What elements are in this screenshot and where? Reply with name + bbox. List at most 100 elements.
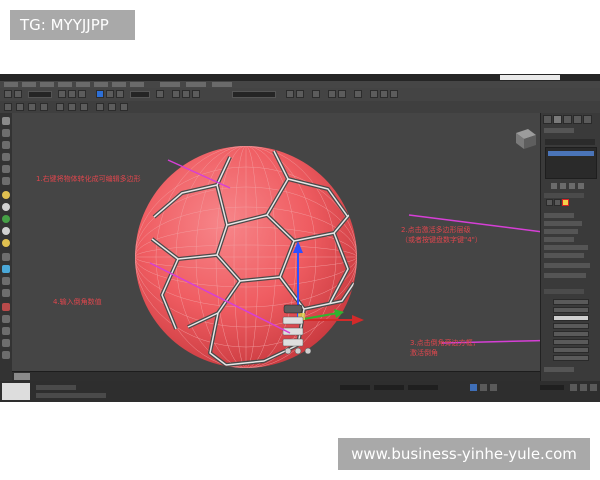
tool-icon[interactable] — [2, 129, 10, 137]
tool-icon[interactable] — [2, 253, 10, 261]
menu-item[interactable] — [22, 82, 36, 87]
scale-icon[interactable] — [116, 90, 124, 98]
menu-item[interactable] — [58, 82, 72, 87]
angle-snap-icon[interactable] — [182, 90, 190, 98]
tool-icon[interactable] — [2, 153, 10, 161]
select-by-name-icon[interactable] — [68, 90, 76, 98]
ribbon-tool[interactable] — [108, 103, 116, 111]
selection-option[interactable] — [544, 221, 582, 226]
menu-item[interactable] — [94, 82, 108, 87]
hierarchy-tab-icon[interactable] — [563, 115, 572, 124]
selection-option[interactable] — [544, 245, 588, 250]
render-setup-icon[interactable] — [370, 90, 378, 98]
bevel-button[interactable] — [553, 315, 589, 321]
move-icon[interactable] — [96, 90, 104, 98]
next-frame-icon[interactable] — [490, 384, 497, 391]
hinge-button[interactable] — [553, 347, 589, 353]
selection-filter-dropdown[interactable] — [28, 91, 52, 98]
orbit-icon[interactable] — [580, 384, 587, 391]
curve-editor-icon[interactable] — [328, 90, 336, 98]
vertex-level-icon[interactable] — [546, 199, 553, 206]
menu-item[interactable] — [160, 82, 180, 87]
remove-modifier-icon[interactable] — [578, 183, 584, 189]
tool-icon[interactable] — [2, 141, 10, 149]
align-icon[interactable] — [296, 90, 304, 98]
pivot-icon[interactable] — [156, 90, 164, 98]
ribbon-tool[interactable] — [68, 103, 76, 111]
tool-icon[interactable] — [2, 177, 10, 185]
undo-icon[interactable] — [4, 90, 12, 98]
sphere-icon[interactable] — [2, 239, 10, 247]
menu-item[interactable] — [4, 82, 18, 87]
select-icon[interactable] — [58, 90, 66, 98]
menu-item[interactable] — [186, 82, 206, 87]
render-icon[interactable] — [390, 90, 398, 98]
show-end-result-icon[interactable] — [560, 183, 566, 189]
create-tab-icon[interactable] — [543, 115, 552, 124]
selection-option[interactable] — [544, 273, 586, 278]
sphere-icon[interactable] — [2, 203, 10, 211]
sphere-icon[interactable] — [2, 227, 10, 235]
selection-option[interactable] — [544, 263, 590, 268]
maxscript-listener[interactable] — [2, 383, 30, 400]
tool-icon[interactable] — [2, 327, 10, 335]
snap-icon[interactable] — [172, 90, 180, 98]
tool-icon[interactable] — [2, 265, 10, 273]
motion-tab-icon[interactable] — [573, 115, 582, 124]
named-selection-dropdown[interactable] — [232, 91, 276, 98]
display-tab-icon[interactable] — [583, 115, 592, 124]
tool-icon[interactable] — [2, 165, 10, 173]
zoom-icon[interactable] — [570, 384, 577, 391]
extrude-button[interactable] — [553, 307, 589, 313]
inset-button[interactable] — [553, 331, 589, 337]
menu-item[interactable] — [130, 82, 144, 87]
layer-icon[interactable] — [312, 90, 320, 98]
redo-icon[interactable] — [14, 90, 22, 98]
play-icon[interactable] — [480, 384, 487, 391]
selection-option[interactable] — [544, 229, 578, 234]
extrude-along-spline-button[interactable] — [553, 355, 589, 361]
tool-icon[interactable] — [2, 315, 10, 323]
pin-stack-icon[interactable] — [551, 183, 557, 189]
render-frame-icon[interactable] — [380, 90, 388, 98]
modifier-list-dropdown[interactable] — [545, 139, 595, 145]
ribbon-tab[interactable] — [4, 103, 12, 111]
ribbon-tool[interactable] — [80, 103, 88, 111]
soccer-ball-mesh[interactable] — [135, 146, 357, 368]
edge-level-icon[interactable] — [554, 199, 561, 206]
search-box[interactable] — [500, 75, 560, 80]
frame-field[interactable] — [540, 385, 564, 390]
viewcube-icon[interactable] — [516, 129, 536, 149]
perspective-viewport[interactable]: 1.右键将物体转化成可编辑多边形 2.点击激活多边形层级 （或者按键盘数字键"4… — [12, 113, 568, 371]
make-unique-icon[interactable] — [569, 183, 575, 189]
mirror-icon[interactable] — [286, 90, 294, 98]
editable-poly-entry[interactable] — [548, 151, 594, 156]
menu-item[interactable] — [40, 82, 54, 87]
sphere-icon[interactable] — [2, 215, 10, 223]
tool-icon[interactable] — [2, 289, 10, 297]
timeline[interactable] — [12, 371, 540, 381]
region-select-icon[interactable] — [78, 90, 86, 98]
maximize-viewport-icon[interactable] — [590, 384, 597, 391]
edit-polygons-rollout-header[interactable] — [544, 289, 584, 294]
ribbon-tool[interactable] — [56, 103, 64, 111]
tool-icon[interactable] — [2, 351, 10, 359]
selection-option[interactable] — [544, 237, 574, 242]
reference-coord-dropdown[interactable] — [130, 91, 150, 98]
panel-option[interactable] — [544, 367, 574, 372]
y-coord-field[interactable] — [374, 385, 404, 390]
selection-rollout-header[interactable] — [544, 193, 584, 198]
ribbon-tab[interactable] — [28, 103, 36, 111]
time-slider[interactable] — [14, 373, 30, 380]
percent-snap-icon[interactable] — [192, 90, 200, 98]
ribbon-tab[interactable] — [16, 103, 24, 111]
modifier-stack[interactable] — [545, 147, 597, 179]
tool-icon[interactable] — [2, 117, 10, 125]
object-name-field[interactable] — [544, 128, 574, 133]
rotate-icon[interactable] — [106, 90, 114, 98]
tool-icon[interactable] — [2, 303, 10, 311]
modify-tab-icon[interactable] — [553, 115, 562, 124]
flip-button[interactable] — [553, 339, 589, 345]
polygon-level-icon[interactable] — [562, 199, 569, 206]
ribbon-tool[interactable] — [120, 103, 128, 111]
